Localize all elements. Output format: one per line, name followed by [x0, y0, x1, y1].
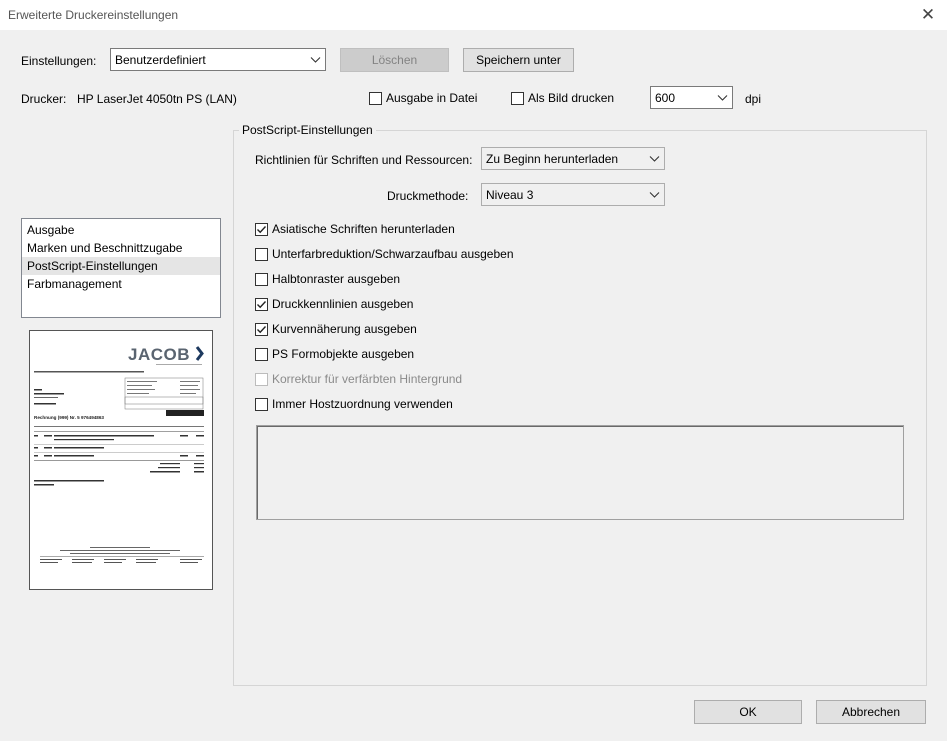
- delete-button[interactable]: Löschen: [340, 48, 449, 72]
- print-method-dropdown[interactable]: Niveau 3: [481, 183, 665, 206]
- postscript-group-label: PostScript-Einstellungen: [239, 123, 376, 137]
- option-asian-fonts-checkbox[interactable]: Asiatische Schriften herunterladen: [255, 222, 455, 236]
- category-list[interactable]: Ausgabe Marken und Beschnittzugabe PostS…: [21, 218, 221, 318]
- print-method-dropdown-value: Niveau 3: [486, 188, 534, 202]
- sidebar-item-ausgabe[interactable]: Ausgabe: [22, 221, 220, 239]
- checkbox-box[interactable]: [255, 347, 268, 361]
- checkbox-box[interactable]: [255, 272, 268, 286]
- checkmark-icon: [257, 300, 267, 308]
- logo-arrow-icon: [195, 346, 204, 361]
- printer-label: Drucker:: [21, 92, 67, 106]
- option-halftone-checkbox[interactable]: Halbtonraster ausgeben: [255, 272, 400, 286]
- option-transfer-functions-checkbox[interactable]: Druckkennlinien ausgeben: [255, 297, 413, 311]
- option-label: Unterfarbreduktion/Schwarzaufbau ausgebe…: [272, 247, 514, 261]
- option-discolored-background-checkbox: Korrektur für verfärbten Hintergrund: [255, 372, 462, 386]
- printer-name: HP LaserJet 4050tn PS (LAN): [77, 92, 237, 106]
- option-host-mapping-checkbox[interactable]: Immer Hostzuordnung verwenden: [255, 397, 453, 411]
- dpi-dropdown[interactable]: 600: [650, 86, 733, 109]
- chevron-down-icon: [307, 50, 324, 69]
- checkbox-box: [255, 372, 268, 386]
- settings-dropdown[interactable]: Benutzerdefiniert: [110, 48, 326, 71]
- jacob-logo: JACOB: [128, 345, 190, 364]
- checkbox-box[interactable]: [511, 91, 524, 105]
- checkbox-box[interactable]: [255, 322, 268, 336]
- cancel-button[interactable]: Abbrechen: [816, 700, 926, 724]
- chevron-down-icon: [646, 185, 663, 204]
- output-to-file-checkbox[interactable]: Ausgabe in Datei: [369, 91, 477, 105]
- ok-button[interactable]: OK: [694, 700, 802, 724]
- font-policy-dropdown[interactable]: Zu Beginn herunterladen: [481, 147, 665, 170]
- option-label: Druckkennlinien ausgeben: [272, 297, 414, 311]
- checkbox-box[interactable]: [369, 91, 382, 105]
- print-as-image-label: Als Bild drucken: [528, 91, 615, 105]
- checkbox-box[interactable]: [255, 247, 268, 261]
- dpi-dropdown-value: 600: [655, 91, 676, 105]
- save-as-button[interactable]: Speichern unter: [463, 48, 574, 72]
- checkmark-icon: [257, 225, 267, 233]
- invoice-title-thumbnail: Rechnung (999) Nr. 5 976494863: [34, 415, 104, 420]
- option-ucr-gcr-checkbox[interactable]: Unterfarbreduktion/Schwarzaufbau ausgebe…: [255, 247, 514, 261]
- chevron-down-icon: [646, 149, 663, 168]
- checkbox-box[interactable]: [255, 297, 268, 311]
- checkmark-icon: [257, 325, 267, 333]
- print-method-label: Druckmethode:: [387, 189, 469, 203]
- invoice-thumbnail: JACOB Rechnung (999) Nr. 5 976494863: [34, 345, 204, 563]
- sidebar-item-postscript[interactable]: PostScript-Einstellungen: [22, 257, 220, 275]
- page-preview: JACOB Rechnung (999) Nr. 5 976494863: [29, 330, 213, 590]
- checkbox-box[interactable]: [255, 222, 268, 236]
- font-policy-dropdown-value: Zu Beginn herunterladen: [486, 152, 619, 166]
- font-policy-label: Richtlinien für Schriften und Ressourcen…: [255, 153, 473, 167]
- settings-dropdown-value: Benutzerdefiniert: [115, 53, 206, 67]
- option-label: Immer Hostzuordnung verwenden: [272, 397, 453, 411]
- option-label: Halbtonraster ausgeben: [272, 272, 401, 286]
- print-as-image-checkbox[interactable]: Als Bild drucken: [511, 91, 614, 105]
- output-to-file-label: Ausgabe in Datei: [386, 91, 478, 105]
- dpi-label: dpi: [745, 92, 762, 106]
- option-label: Kurvennäherung ausgeben: [272, 322, 417, 336]
- option-label: PS Formobjekte ausgeben: [272, 347, 415, 361]
- sidebar-item-farbmanagement[interactable]: Farbmanagement: [22, 275, 220, 293]
- chevron-down-icon: [714, 88, 731, 107]
- sidebar-item-marken[interactable]: Marken und Beschnittzugabe: [22, 239, 220, 257]
- settings-label: Einstellungen:: [21, 54, 97, 68]
- checkbox-box[interactable]: [255, 397, 268, 411]
- option-flatness-checkbox[interactable]: Kurvennäherung ausgeben: [255, 322, 417, 336]
- option-ps-form-objects-checkbox[interactable]: PS Formobjekte ausgeben: [255, 347, 414, 361]
- window-title: Erweiterte Druckereinstellungen: [8, 8, 179, 22]
- description-box: [256, 425, 904, 520]
- option-label: Korrektur für verfärbten Hintergrund: [272, 372, 463, 386]
- close-icon[interactable]: ✕: [915, 2, 941, 28]
- title-bar: Erweiterte Druckereinstellungen ✕: [0, 0, 947, 30]
- option-label: Asiatische Schriften herunterladen: [272, 222, 455, 236]
